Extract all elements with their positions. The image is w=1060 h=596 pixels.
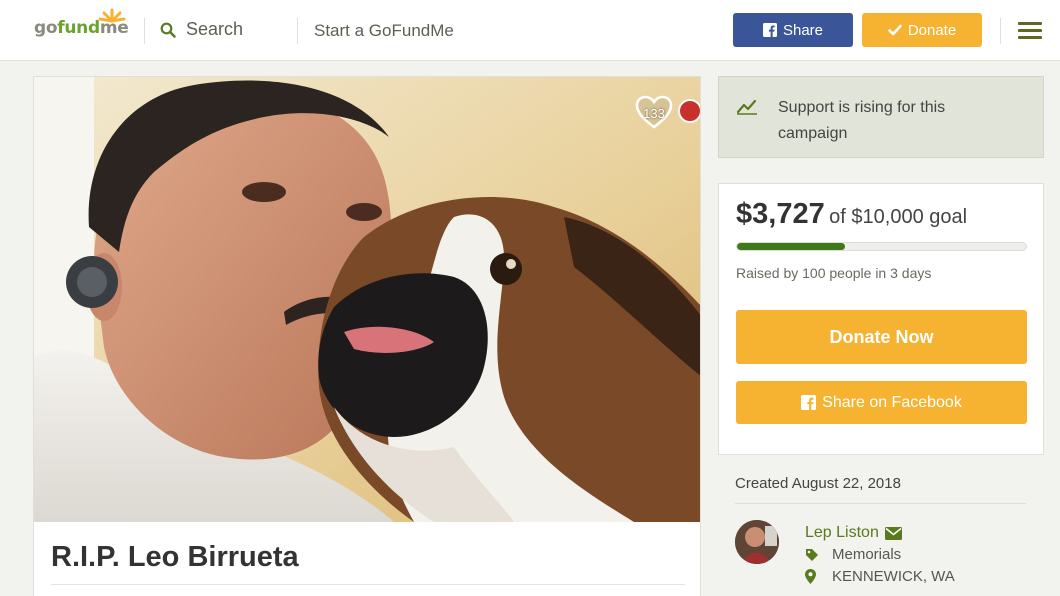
donation-progress-card: $3,727 of $10,000 goal Raised by 100 peo… — [718, 183, 1044, 455]
campaign-card: 133 R.I.P. Leo Birrueta — [33, 76, 701, 596]
progress-bar — [736, 242, 1027, 251]
share-button-label: Share — [782, 21, 824, 39]
amount-raised: $3,727 — [736, 198, 825, 230]
support-rising-banner: Support is rising for this campaign — [718, 76, 1044, 158]
hamburger-menu-icon[interactable] — [1018, 22, 1042, 40]
envelope-icon[interactable] — [884, 526, 902, 540]
donate-button[interactable]: Donate — [862, 13, 982, 47]
divider — [297, 18, 298, 44]
search-icon — [160, 22, 176, 38]
share-on-facebook-label: Share on Facebook — [822, 393, 962, 411]
map-marker-icon — [805, 569, 816, 584]
tag-icon — [806, 548, 818, 561]
campaign-photo: 133 — [34, 77, 700, 522]
logo-sunburst-icon — [98, 8, 126, 23]
heart-badge[interactable]: 133 — [634, 94, 674, 130]
organizer-avatar[interactable] — [735, 520, 779, 564]
donate-now-button[interactable]: Donate Now — [736, 310, 1027, 364]
organizer-name: Lep Liston — [805, 524, 879, 541]
search-button[interactable]: Search — [160, 19, 243, 40]
location-label: KENNEWICK, WA — [832, 568, 955, 585]
campaign-title: R.I.P. Leo Birrueta — [51, 541, 299, 573]
amount-row: $3,727 of $10,000 goal — [736, 198, 967, 231]
trending-up-icon — [736, 99, 757, 115]
start-gofundme-link[interactable]: Start a GoFundMe — [314, 21, 454, 41]
divider — [51, 584, 685, 585]
divider — [735, 503, 1026, 504]
divider — [144, 18, 145, 44]
location-row: KENNEWICK, WA — [805, 568, 955, 585]
organizer-link[interactable]: Lep Liston — [805, 524, 902, 542]
goal-text: of $10,000 goal — [829, 206, 968, 228]
share-on-facebook-button[interactable]: Share on Facebook — [736, 381, 1027, 424]
divider — [1000, 18, 1001, 44]
raised-by-text: Raised by 100 people in 3 days — [736, 265, 932, 281]
heart-count: 133 — [643, 106, 665, 121]
check-icon — [888, 24, 902, 36]
search-label: Search — [186, 19, 244, 39]
category-label[interactable]: Memorials — [832, 546, 901, 563]
campaign-photo-illustration — [34, 77, 700, 522]
gofundme-logo[interactable]: gofundme — [34, 8, 129, 44]
category-row: Memorials — [805, 546, 901, 563]
facebook-icon — [801, 395, 817, 410]
donate-button-label: Donate — [907, 21, 957, 39]
created-date: Created August 22, 2018 — [735, 475, 901, 492]
progress-bar-fill — [737, 243, 845, 250]
support-rising-text: Support is rising for this campaign — [778, 99, 946, 142]
red-badge-icon — [678, 99, 700, 123]
facebook-icon — [762, 23, 777, 37]
share-button[interactable]: Share — [733, 13, 853, 47]
top-navbar: gofundme Search Start a GoFundMe Share D… — [0, 0, 1060, 61]
